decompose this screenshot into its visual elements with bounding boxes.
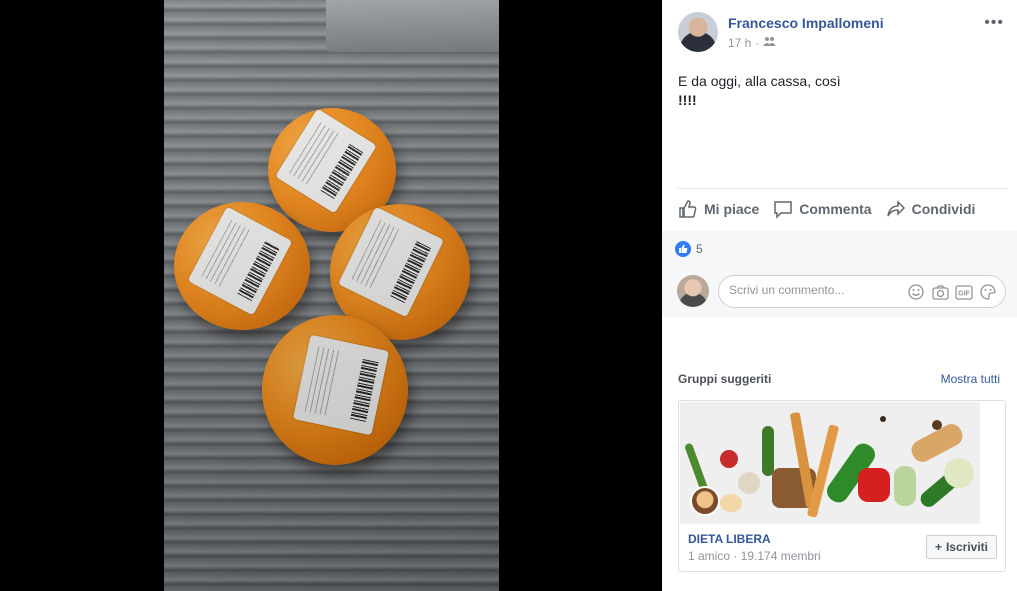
separator-dot: · [755,36,760,50]
post-photo[interactable] [164,0,499,591]
viewer-avatar[interactable] [677,275,709,307]
suggested-groups-title: Gruppi suggeriti [678,372,772,386]
post-side-panel: Francesco Impallomeni 17 h · ••• E da og… [662,0,1017,591]
share-label: Condividi [911,201,976,217]
camera-icon[interactable] [931,283,949,301]
reactions-and-comments: 5 GIF [662,231,1017,317]
reaction-count-value: 5 [696,242,703,256]
group-avatar [690,486,720,516]
group-card[interactable]: DIETA LIBERA 1 amico · 19.174 membri + I… [678,400,1006,572]
post-time[interactable]: 17 h [728,36,751,50]
author-name[interactable]: Francesco Impallomeni [728,15,884,31]
plus-icon: + [934,540,942,554]
sticker-icon[interactable] [979,283,997,301]
join-group-button[interactable]: + Iscriviti [925,535,997,559]
thumbs-up-icon [679,200,697,218]
comment-tools: GIF [907,283,997,301]
comment-label: Commenta [799,201,872,217]
comment-button[interactable]: Commenta [773,196,872,222]
comment-box[interactable]: GIF [718,275,1006,308]
post-header: Francesco Impallomeni 17 h · ••• [678,12,1008,56]
post-text-line: !!!! [678,92,697,108]
share-icon [886,200,905,217]
photo-viewer [0,0,662,591]
group-meta: 1 amico · 19.174 membri [688,549,821,563]
post-actions: Mi piace Commenta Condividi [678,196,1008,222]
reaction-count[interactable]: 5 [675,241,703,257]
post-meta: 17 h · [728,36,777,50]
comment-composer: GIF [677,275,1007,309]
like-button[interactable]: Mi piace [678,196,759,222]
group-name[interactable]: DIETA LIBERA [688,532,771,546]
comment-input[interactable] [729,283,899,297]
gif-icon[interactable]: GIF [955,283,973,301]
emoji-icon[interactable] [907,283,925,301]
photo-shading [164,0,499,591]
author-avatar[interactable] [678,12,718,52]
show-all-link[interactable]: Mostra tutti [941,372,1000,386]
share-button[interactable]: Condividi [886,196,976,222]
like-icon [675,241,691,257]
more-options-icon[interactable]: ••• [984,14,1004,32]
divider [678,188,1008,189]
join-label: Iscriviti [945,540,988,554]
svg-text:GIF: GIF [958,290,970,297]
post-text-line: E da oggi, alla cassa, così [678,73,841,89]
friends-icon[interactable] [763,36,777,50]
post-text: E da oggi, alla cassa, così !!!! [678,72,998,110]
like-label: Mi piace [704,201,760,217]
group-cover-image[interactable] [680,402,980,524]
comment-icon [774,201,792,219]
